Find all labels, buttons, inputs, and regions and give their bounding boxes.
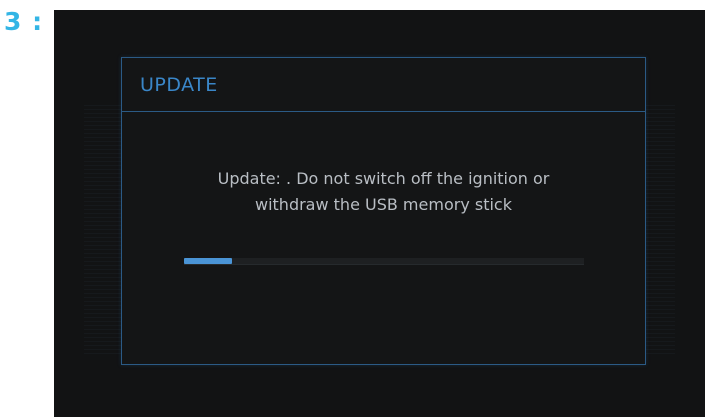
dialog-header: UPDATE <box>122 58 645 112</box>
update-progress-bar <box>184 258 584 265</box>
step-number-label: 3 : <box>4 7 44 36</box>
update-dialog: UPDATE Update: . Do not switch off the i… <box>121 57 646 365</box>
infotainment-screen: UPDATE Update: . Do not switch off the i… <box>54 10 705 417</box>
update-progress-fill <box>184 258 232 264</box>
message-line-1: Update: . Do not switch off the ignition… <box>217 169 550 188</box>
message-line-2: withdraw the USB memory stick <box>255 195 512 214</box>
update-warning-message: Update: . Do not switch off the ignition… <box>152 166 615 218</box>
dialog-title: UPDATE <box>140 74 218 96</box>
